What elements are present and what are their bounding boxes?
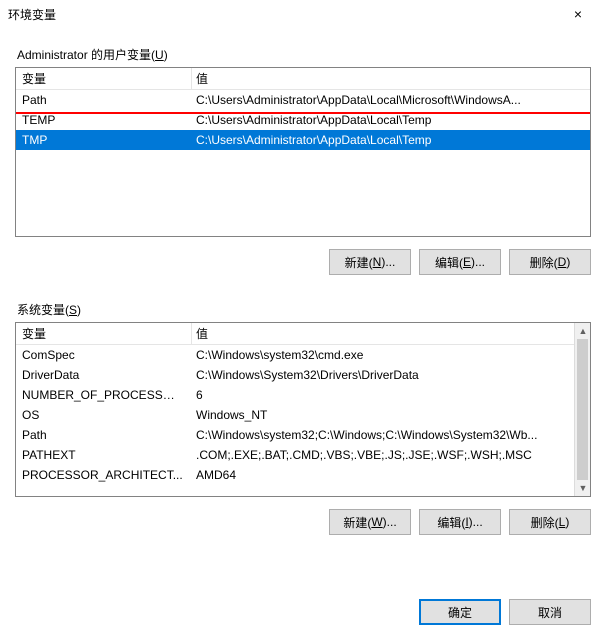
user-vars-listbox[interactable]: 变量 值 Path C:\Users\Administrator\AppData… <box>15 67 591 237</box>
btn-tail: )... <box>469 515 483 529</box>
var-value: C:\Windows\System32\Drivers\DriverData <box>192 368 574 382</box>
btn-text: 新建( <box>343 514 371 531</box>
var-value: Windows_NT <box>192 408 574 422</box>
table-row[interactable]: PathC:\Windows\system32;C:\Windows;C:\Wi… <box>16 425 574 445</box>
table-row[interactable]: TEMP C:\Users\Administrator\AppData\Loca… <box>16 110 590 130</box>
table-row[interactable]: Path C:\Users\Administrator\AppData\Loca… <box>16 90 590 110</box>
user-edit-button[interactable]: 编辑(E)... <box>419 249 501 275</box>
close-icon: × <box>574 6 582 22</box>
dialog-buttons: 确定 取消 <box>0 583 606 643</box>
var-value: C:\Users\Administrator\AppData\Local\Tem… <box>192 113 590 127</box>
var-name: TMP <box>22 133 192 147</box>
user-vars-label-hotkey: U <box>155 48 164 62</box>
btn-tail: )... <box>383 515 397 529</box>
user-delete-button[interactable]: 删除(D) <box>509 249 591 275</box>
user-vars-header-val[interactable]: 值 <box>192 70 590 87</box>
btn-hotkey: L <box>559 515 566 529</box>
dialog-title: 环境变量 <box>8 6 56 23</box>
btn-hotkey: E <box>463 255 471 269</box>
user-vars-label: Administrator 的用户变量(U) <box>17 46 591 63</box>
table-row[interactable]: DriverDataC:\Windows\System32\Drivers\Dr… <box>16 365 574 385</box>
btn-tail: )... <box>471 255 485 269</box>
var-name: PATHEXT <box>22 448 192 462</box>
var-value: AMD64 <box>192 468 574 482</box>
table-row[interactable]: OSWindows_NT <box>16 405 574 425</box>
btn-text: 新建( <box>345 254 373 271</box>
system-delete-button[interactable]: 删除(L) <box>509 509 591 535</box>
user-vars-header-var[interactable]: 变量 <box>22 68 192 89</box>
system-vars-label-suffix: ) <box>77 303 81 317</box>
scroll-track[interactable] <box>575 339 590 480</box>
system-vars-label-prefix: 系统变量( <box>17 303 69 317</box>
var-name: Path <box>22 428 192 442</box>
system-edit-button[interactable]: 编辑(I)... <box>419 509 501 535</box>
var-name: PROCESSOR_ARCHITECT... <box>22 468 192 482</box>
user-vars-label-suffix: ) <box>164 48 168 62</box>
user-vars-header: 变量 值 <box>16 68 590 90</box>
var-name: NUMBER_OF_PROCESSORS <box>22 388 192 402</box>
var-value: 6 <box>192 388 574 402</box>
btn-text: 删除( <box>530 254 558 271</box>
system-vars-header-val[interactable]: 值 <box>192 325 590 342</box>
var-name: TEMP <box>22 113 192 127</box>
user-vars-rows: Path C:\Users\Administrator\AppData\Loca… <box>16 90 590 150</box>
btn-text: 删除( <box>531 514 559 531</box>
system-vars-rows: ComSpecC:\Windows\system32\cmd.exe Drive… <box>16 345 590 485</box>
close-button[interactable]: × <box>558 2 598 26</box>
system-vars-scrollbar[interactable]: ▲ ▼ <box>574 323 590 496</box>
btn-tail: )... <box>381 255 395 269</box>
var-value: .COM;.EXE;.BAT;.CMD;.VBS;.VBE;.JS;.JSE;.… <box>192 448 574 462</box>
btn-hotkey: D <box>558 255 567 269</box>
cancel-button[interactable]: 取消 <box>509 599 591 625</box>
system-vars-label-hotkey: S <box>69 303 77 317</box>
user-vars-buttons: 新建(N)... 编辑(E)... 删除(D) <box>15 249 591 275</box>
btn-tail: ) <box>565 515 569 529</box>
scroll-up-icon[interactable]: ▲ <box>575 323 591 339</box>
table-row[interactable]: TMP C:\Users\Administrator\AppData\Local… <box>16 130 590 150</box>
var-value: C:\Windows\system32;C:\Windows;C:\Window… <box>192 428 574 442</box>
var-value: C:\Windows\system32\cmd.exe <box>192 348 574 362</box>
system-vars-listbox[interactable]: 变量 值 ComSpecC:\Windows\system32\cmd.exe … <box>15 322 591 497</box>
table-row[interactable]: ComSpecC:\Windows\system32\cmd.exe <box>16 345 574 365</box>
table-row[interactable]: PATHEXT.COM;.EXE;.BAT;.CMD;.VBS;.VBE;.JS… <box>16 445 574 465</box>
user-vars-label-prefix: Administrator 的用户变量( <box>17 48 155 62</box>
system-vars-buttons: 新建(W)... 编辑(I)... 删除(L) <box>15 509 591 535</box>
var-value: C:\Users\Administrator\AppData\Local\Tem… <box>192 133 590 147</box>
scroll-down-icon[interactable]: ▼ <box>575 480 591 496</box>
titlebar: 环境变量 × <box>0 0 606 28</box>
system-vars-header: 变量 值 <box>16 323 590 345</box>
var-name: Path <box>22 93 192 107</box>
btn-hotkey: N <box>373 255 382 269</box>
var-name: OS <box>22 408 192 422</box>
var-value: C:\Users\Administrator\AppData\Local\Mic… <box>192 93 590 107</box>
btn-hotkey: W <box>371 515 382 529</box>
system-new-button[interactable]: 新建(W)... <box>329 509 411 535</box>
scroll-thumb[interactable] <box>577 339 588 480</box>
ok-button[interactable]: 确定 <box>419 599 501 625</box>
user-new-button[interactable]: 新建(N)... <box>329 249 411 275</box>
btn-text: 编辑( <box>437 514 465 531</box>
dialog-body: Administrator 的用户变量(U) 变量 值 Path C:\User… <box>0 28 606 583</box>
btn-text: 编辑( <box>435 254 463 271</box>
table-row[interactable]: PROCESSOR_ARCHITECT...AMD64 <box>16 465 574 485</box>
env-vars-dialog: 环境变量 × Administrator 的用户变量(U) 变量 值 Path … <box>0 0 606 643</box>
system-vars-label: 系统变量(S) <box>17 301 591 318</box>
var-name: ComSpec <box>22 348 192 362</box>
system-vars-header-var[interactable]: 变量 <box>22 323 192 344</box>
var-name: DriverData <box>22 368 192 382</box>
table-row[interactable]: NUMBER_OF_PROCESSORS6 <box>16 385 574 405</box>
btn-tail: ) <box>566 255 570 269</box>
